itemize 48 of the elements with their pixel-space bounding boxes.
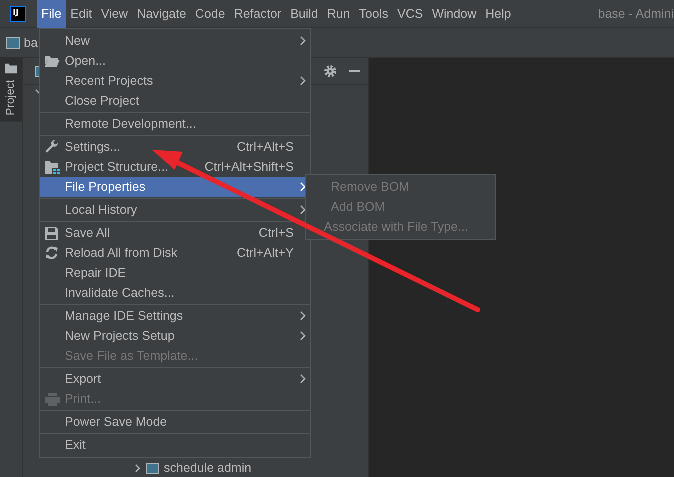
menu-item[interactable]: Recent Projects [40, 71, 310, 91]
reload-icon [45, 246, 59, 260]
menu-item[interactable]: Remote Development... [40, 114, 310, 134]
menu-item[interactable]: Invalidate Caches... [40, 283, 310, 303]
tool-window-tab[interactable]: Project [0, 58, 22, 122]
chevron-right-icon[interactable] [135, 464, 141, 472]
module-icon [146, 462, 159, 474]
folder-grid-icon [45, 160, 60, 174]
menu-item[interactable]: Settings... Ctrl+Alt+S [40, 137, 310, 157]
menu-item[interactable]: Manage IDE Settings [40, 306, 310, 326]
chevron-right-icon [300, 182, 306, 192]
folder-icon [45, 55, 60, 67]
chevron-right-icon [300, 374, 306, 384]
menu-item[interactable]: Project Structure... Ctrl+Alt+Shift+S [40, 157, 310, 177]
menu-item[interactable]: Reload All from Disk Ctrl+Alt+Y [40, 243, 310, 263]
tree-item[interactable]: schedule admin [164, 461, 252, 475]
app-logo: IJ [10, 6, 26, 22]
chevron-right-icon [300, 205, 306, 215]
menu-bar-item[interactable]: File [37, 0, 66, 28]
breadcrumb[interactable]: ba [24, 36, 38, 50]
settings-icon[interactable] [324, 64, 337, 78]
module-icon [6, 36, 20, 48]
menu-item[interactable]: Power Save Mode [40, 412, 310, 432]
menu-bar-item[interactable]: Window [428, 0, 482, 28]
chevron-right-icon [300, 76, 306, 86]
menu-bar-item[interactable]: Navigate [132, 0, 191, 28]
chevron-right-icon [300, 36, 306, 46]
window-title: base - Admini [598, 6, 674, 20]
menu-bar-item[interactable]: Run [322, 0, 355, 28]
printer-icon [45, 392, 60, 406]
menu-bar-item[interactable]: Help [481, 0, 516, 28]
menu-bar-item[interactable]: VCS [392, 0, 428, 28]
menu-bar-item[interactable]: Edit [66, 0, 97, 28]
menu-item[interactable]: New [40, 31, 310, 51]
wrench-icon [45, 140, 59, 154]
menu-bar-item[interactable]: Refactor [230, 0, 286, 28]
menu-bar-item[interactable]: Tools [354, 0, 393, 28]
menu-item[interactable]: Local History [40, 200, 310, 220]
menu-bar-item[interactable]: Code [190, 0, 230, 28]
menu-item[interactable]: Exit [40, 435, 310, 455]
folder-icon [5, 64, 17, 74]
menu-bar-item[interactable]: View [96, 0, 133, 28]
menu-item[interactable]: Export [40, 369, 310, 389]
menu-bar-item[interactable]: Build [286, 0, 323, 28]
menu-item[interactable]: Open... [40, 51, 310, 71]
menu-item[interactable]: New Projects Setup [40, 326, 310, 346]
menu-item[interactable]: Repair IDE [40, 263, 310, 283]
menu-item[interactable]: Close Project [40, 91, 310, 111]
